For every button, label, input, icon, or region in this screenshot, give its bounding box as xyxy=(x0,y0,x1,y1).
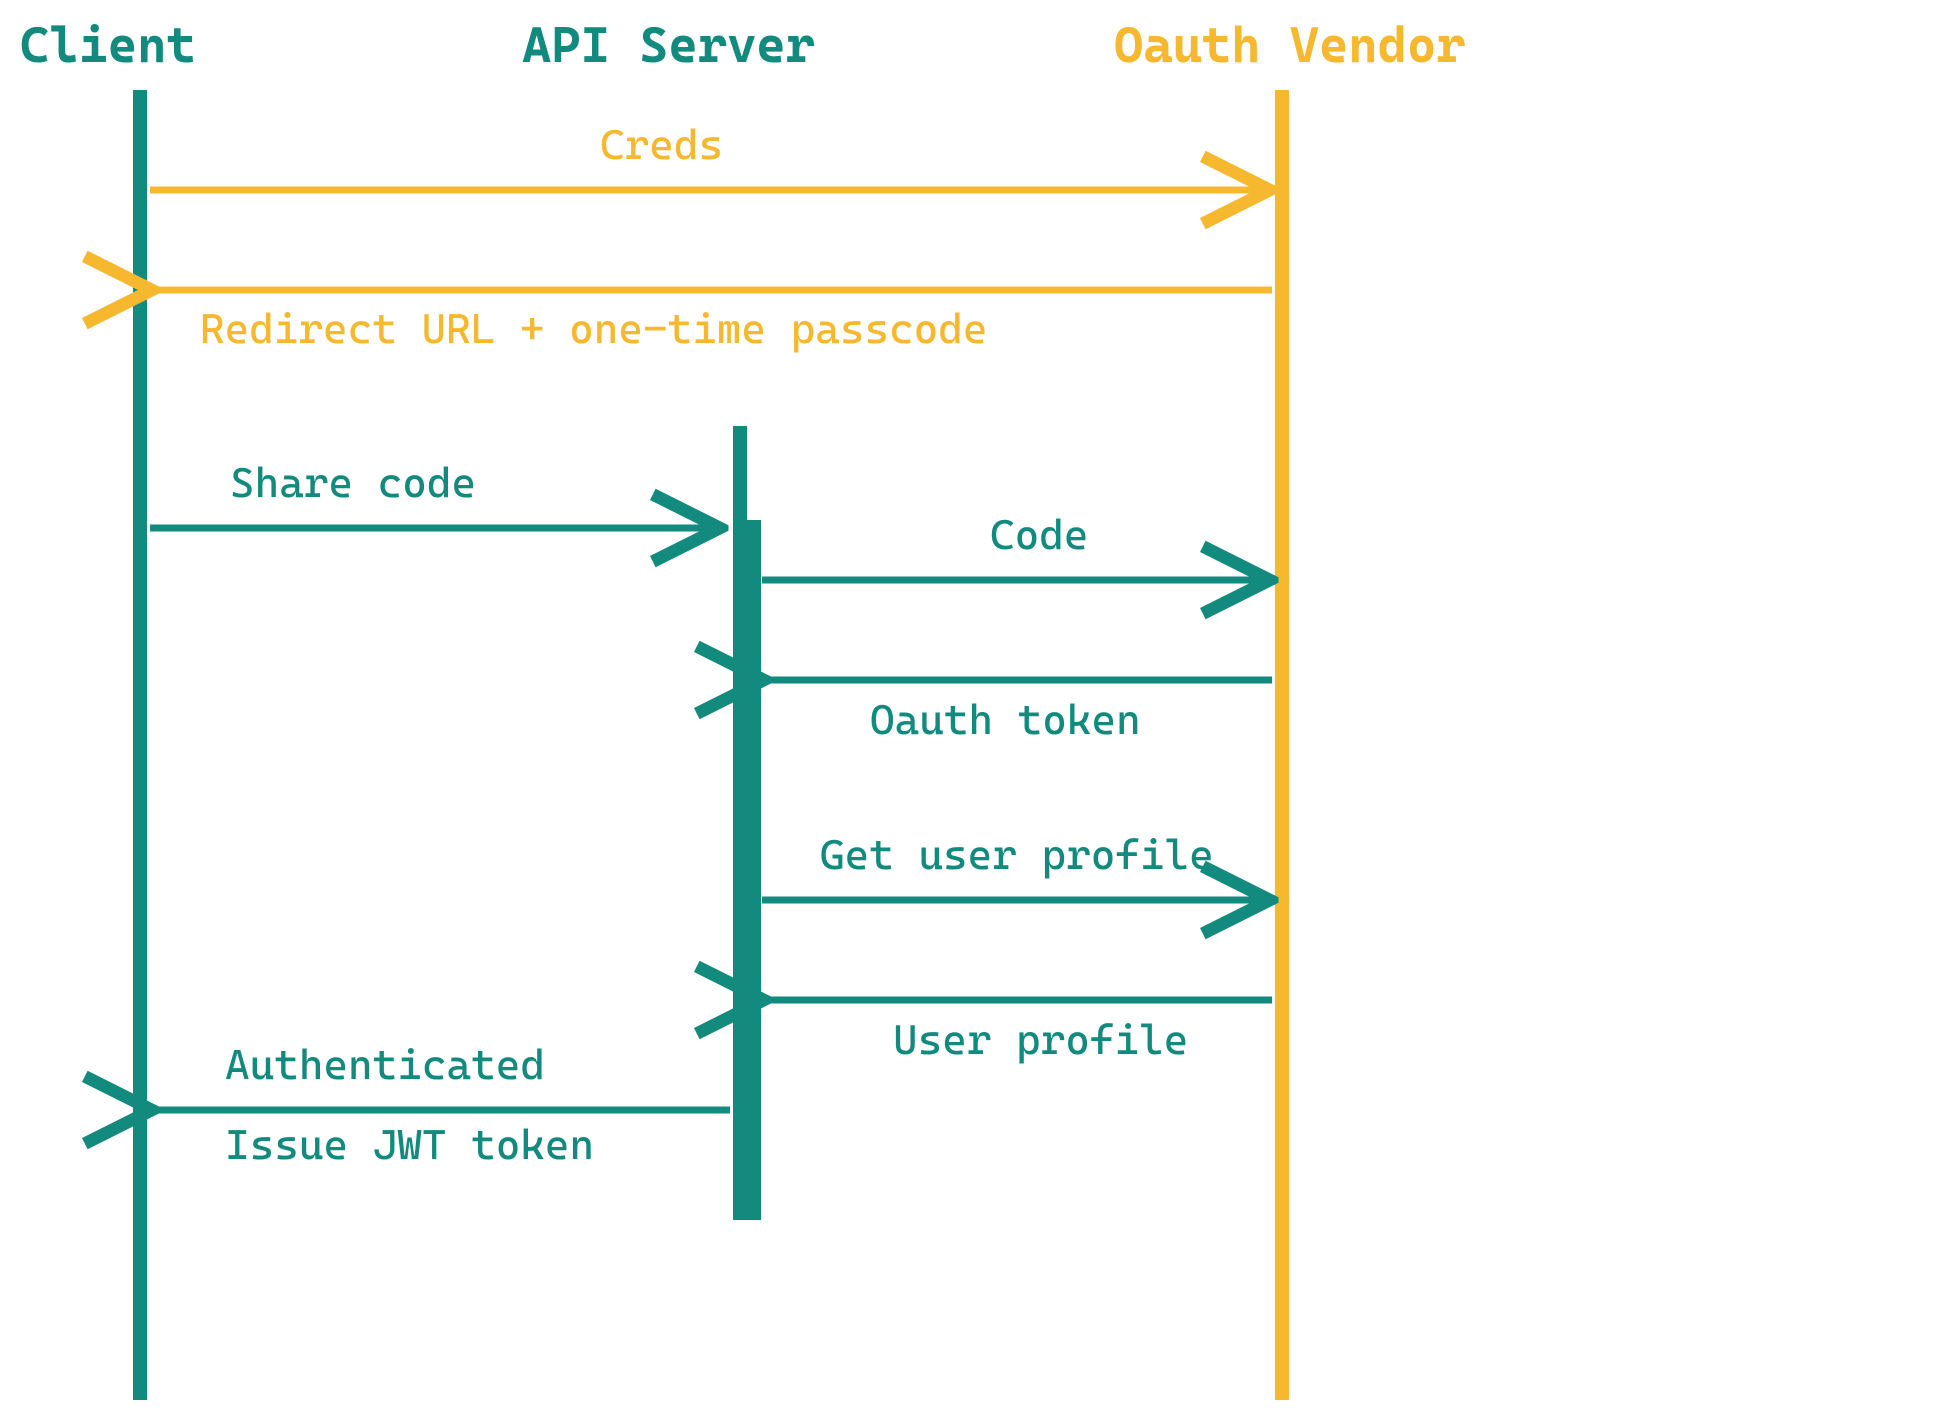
label-redirect: Redirect URL + one-time passcode xyxy=(200,304,988,353)
label-authenticated-2: Issue JWT token xyxy=(225,1120,594,1169)
label-get-user-profile: Get user profile xyxy=(820,830,1214,879)
label-code: Code xyxy=(990,510,1088,559)
participant-oauth-vendor: Oauth Vendor xyxy=(1114,16,1466,74)
label-authenticated-1: Authenticated xyxy=(225,1040,545,1089)
sequence-diagram: Client API Server Oauth Vendor xyxy=(0,0,1942,1416)
label-share-code: Share code xyxy=(230,458,476,507)
label-oauth-token: Oauth token xyxy=(870,695,1141,744)
label-creds: Creds xyxy=(600,120,723,169)
participant-api-server: API Server xyxy=(522,16,815,74)
participant-client: Client xyxy=(20,16,196,74)
activation-api-server xyxy=(733,520,761,1220)
label-user-profile: User profile xyxy=(893,1015,1188,1064)
